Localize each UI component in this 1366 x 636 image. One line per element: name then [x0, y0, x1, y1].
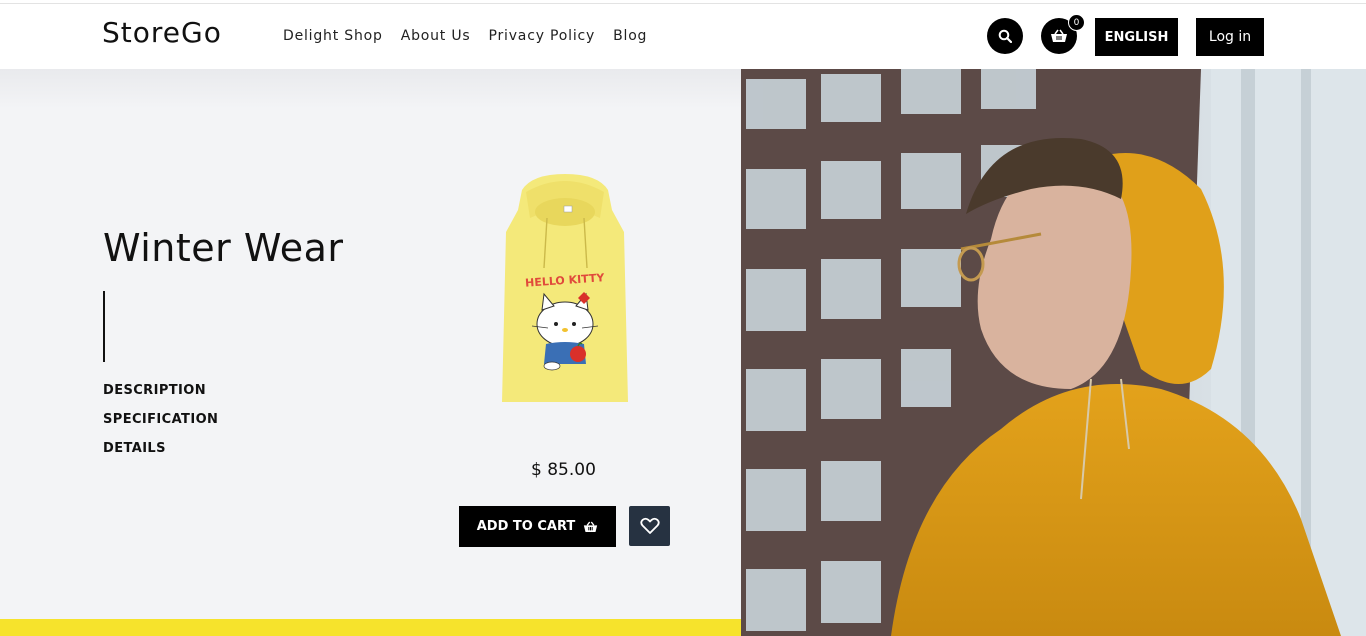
add-to-cart-label: ADD TO CART — [476, 519, 576, 534]
main-nav: Delight Shop About Us Privacy Policy Blo… — [283, 28, 665, 44]
product-image: HELLO KITTY — [502, 174, 628, 402]
product-price: $ 85.00 — [531, 460, 596, 480]
tab-details[interactable]: DETAILS — [103, 441, 218, 456]
product-tabs: DESCRIPTION SPECIFICATION DETAILS — [103, 383, 218, 470]
search-icon — [998, 29, 1012, 43]
search-button[interactable] — [987, 18, 1023, 54]
title-divider — [103, 291, 105, 362]
hero-illustration — [741, 69, 1366, 636]
nav-item-delight-shop[interactable]: Delight Shop — [283, 28, 383, 44]
accent-bar — [0, 619, 741, 636]
basket-icon — [584, 521, 598, 532]
wishlist-button[interactable] — [629, 506, 670, 546]
language-button[interactable]: ENGLISH — [1095, 18, 1178, 56]
nav-item-about-us[interactable]: About Us — [401, 28, 471, 44]
product-title: Winter Wear — [103, 226, 344, 270]
hero-image — [741, 69, 1366, 636]
site-header: StoreGo Delight Shop About Us Privacy Po… — [0, 4, 1366, 69]
tab-description[interactable]: DESCRIPTION — [103, 383, 218, 398]
product-panel: Winter Wear DESCRIPTION SPECIFICATION DE… — [0, 69, 741, 636]
nav-item-privacy-policy[interactable]: Privacy Policy — [488, 28, 595, 44]
header-shadow — [0, 69, 741, 109]
nav-item-blog[interactable]: Blog — [613, 28, 647, 44]
heart-icon — [639, 517, 660, 534]
cart-count-badge: 0 — [1068, 14, 1085, 31]
login-button[interactable]: Log in — [1196, 18, 1264, 56]
site-logo[interactable]: StoreGo — [102, 16, 222, 49]
add-to-cart-button[interactable]: ADD TO CART — [459, 506, 616, 547]
basket-icon — [1051, 29, 1067, 42]
tab-specification[interactable]: SPECIFICATION — [103, 412, 218, 427]
